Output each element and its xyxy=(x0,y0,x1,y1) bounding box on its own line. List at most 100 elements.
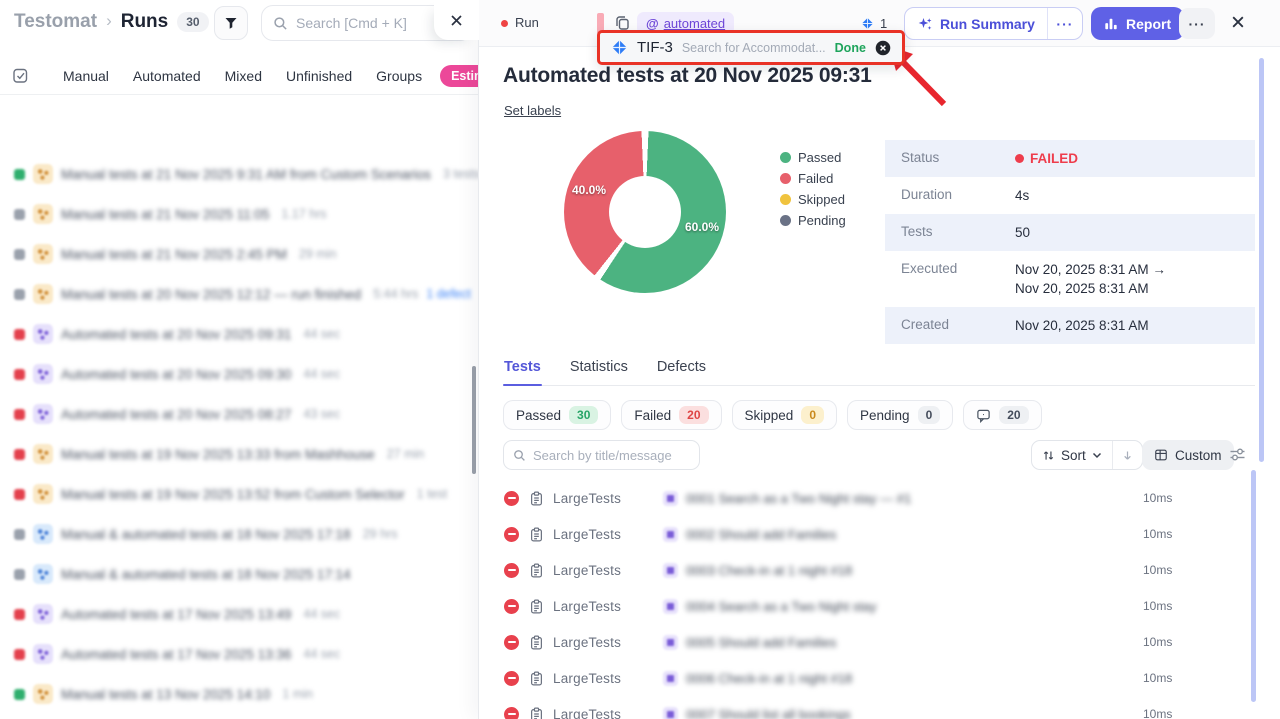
runs-filter-tab[interactable]: Groups xyxy=(376,68,422,84)
test-row[interactable]: LargeTests 0003 Check-in at 1 night #18 … xyxy=(479,552,1280,588)
legend-item: Failed xyxy=(780,168,846,189)
test-row[interactable]: LargeTests 0001 Search as a Two Night st… xyxy=(479,480,1280,516)
test-row[interactable]: LargeTests 0004 Search as a Two Night st… xyxy=(479,588,1280,624)
run-list-item[interactable]: Automated tests at 17 Nov 2025 13:49 44 … xyxy=(0,594,478,634)
donut-ring xyxy=(564,131,726,293)
app-logo[interactable]: Testomat xyxy=(14,11,97,33)
test-row[interactable]: LargeTests 0002 Should add Families 10ms xyxy=(479,516,1280,552)
grid-icon xyxy=(1154,448,1168,462)
test-id-badge-icon xyxy=(663,527,678,542)
run-list-item[interactable]: Manual tests at 19 Nov 2025 13:33 from M… xyxy=(0,434,478,474)
custom-columns-button[interactable]: Custom xyxy=(1142,440,1234,470)
issue-key[interactable]: TIF-3 xyxy=(637,39,673,56)
sort-button[interactable]: Sort xyxy=(1032,441,1112,469)
select-all-runs-icon[interactable] xyxy=(12,67,29,84)
legend-item: Pending xyxy=(780,210,846,231)
run-list-item[interactable]: Automated tests at 20 Nov 2025 08:27 43 … xyxy=(0,394,478,434)
clipboard-icon xyxy=(529,599,544,614)
run-list-item[interactable]: Manual tests at 21 Nov 2025 2:45 PM 29 m… xyxy=(0,234,478,274)
left-scrollbar[interactable] xyxy=(472,366,476,474)
summary-value: FAILED xyxy=(1015,151,1078,166)
detail-tab[interactable]: Tests xyxy=(503,358,542,385)
status-filter-chip[interactable]: Pending 0 xyxy=(847,400,953,430)
breadcrumb-separator: › xyxy=(106,11,112,31)
run-summary-button[interactable]: Run Summary xyxy=(905,8,1047,39)
estimate-badge[interactable]: Estim xyxy=(440,65,478,87)
test-row[interactable]: LargeTests 0006 Check-in at 1 night #18 … xyxy=(479,660,1280,696)
close-icon[interactable] xyxy=(449,13,464,28)
run-summary-more-button[interactable]: ··· xyxy=(1047,8,1082,39)
run-list-item[interactable]: Manual tests at 19 Nov 2025 13:52 from C… xyxy=(0,474,478,514)
run-defect-link[interactable]: 1 defect xyxy=(426,287,470,301)
test-id-badge-icon xyxy=(663,599,678,614)
run-type-icon xyxy=(33,404,53,424)
run-type-icon xyxy=(33,604,53,624)
run-title: Automated tests at 20 Nov 2025 09:31 xyxy=(503,64,872,88)
run-list-item[interactable]: Manual & automated tests at 18 Nov 2025 … xyxy=(0,514,478,554)
remove-issue-icon[interactable] xyxy=(875,40,891,56)
run-type-icon xyxy=(33,244,53,264)
drawer-close-notch xyxy=(434,0,479,40)
run-type-icon xyxy=(33,644,53,664)
run-status-icon xyxy=(14,289,25,300)
run-status-icon xyxy=(14,209,25,220)
detail-tab[interactable]: Statistics xyxy=(569,358,629,385)
run-meta: 1 test xyxy=(417,487,448,501)
drawer-more-button[interactable]: ··· xyxy=(1179,8,1215,39)
clipboard-icon xyxy=(529,671,544,686)
tests-search[interactable] xyxy=(503,440,700,470)
runs-filter-tab[interactable]: Unfinished xyxy=(286,68,352,84)
run-status-icon xyxy=(14,489,25,500)
run-list-item[interactable]: Manual & automated tests at 18 Nov 2025 … xyxy=(0,554,478,594)
test-row[interactable]: LargeTests 0007 Should list all bookings… xyxy=(479,696,1280,719)
tests-list-scrollbar[interactable] xyxy=(1251,470,1256,702)
set-labels-link[interactable]: Set labels xyxy=(504,103,561,118)
run-type-icon xyxy=(33,324,53,344)
clipboard-icon xyxy=(529,707,544,719)
test-title: 0003 Check-in at 1 night #18 xyxy=(686,563,852,578)
detail-tab[interactable]: Defects xyxy=(656,358,707,385)
tests-search-input[interactable] xyxy=(533,448,685,463)
comments-filter-chip[interactable]: 20 xyxy=(963,400,1041,430)
app-window: Testomat › Runs 30 ManualAutomatedMixedU… xyxy=(0,0,1280,719)
run-list-item[interactable]: Automated tests at 20 Nov 2025 09:30 44 … xyxy=(0,354,478,394)
status-filter-chip[interactable]: Passed 30 xyxy=(503,400,611,430)
global-search-input[interactable] xyxy=(296,15,446,31)
copy-icon[interactable] xyxy=(614,15,630,31)
test-duration: 10ms xyxy=(1143,491,1172,505)
test-duration: 10ms xyxy=(1143,707,1172,719)
status-filter-chip[interactable]: Failed 20 xyxy=(621,400,721,430)
clipboard-icon xyxy=(529,491,544,506)
run-list-item[interactable]: Manual tests at 20 Nov 2025 12:12 — run … xyxy=(0,274,478,314)
jira-issue-icon xyxy=(611,39,628,56)
drawer-close-icon[interactable] xyxy=(1230,14,1246,30)
test-row[interactable]: LargeTests 0005 Should add Families 10ms xyxy=(479,624,1280,660)
sort-direction-button[interactable] xyxy=(1112,441,1142,469)
test-duration: 10ms xyxy=(1143,635,1172,649)
runs-filter-tab[interactable]: Automated xyxy=(133,68,201,84)
test-title: 0004 Search as a Two Night stay xyxy=(686,599,877,614)
run-title: Automated tests at 17 Nov 2025 13:49 xyxy=(61,607,291,622)
drawer-scrollbar[interactable] xyxy=(1259,58,1264,462)
runs-filter-tab[interactable]: Mixed xyxy=(225,68,262,84)
run-list-item[interactable]: Automated tests at 17 Nov 2025 13:36 44 … xyxy=(0,634,478,674)
run-title: Automated tests at 17 Nov 2025 13:36 xyxy=(61,647,291,662)
run-list-item[interactable]: Manual tests at 13 Nov 2025 14:10 1 min xyxy=(0,674,478,714)
run-status-icon xyxy=(14,529,25,540)
at-icon: @ xyxy=(646,16,659,31)
report-button[interactable]: Report xyxy=(1091,7,1184,40)
tune-filters-icon[interactable] xyxy=(1229,446,1246,463)
status-filter-chip[interactable]: Skipped 0 xyxy=(732,400,837,430)
run-list-item[interactable]: Automated tests at 20 Nov 2025 09:31 44 … xyxy=(0,314,478,354)
summary-value: Nov 20, 2025 8:31 AM → xyxy=(1015,262,1166,277)
filter-button[interactable] xyxy=(214,6,248,40)
issue-status: Done xyxy=(835,41,866,55)
linked-issue-popup[interactable]: TIF-3 Search for Accommodat... Done xyxy=(597,30,905,65)
run-list-item[interactable]: Manual tests at 21 Nov 2025 9:31 AM from… xyxy=(0,154,478,194)
runs-filter-tab[interactable]: Manual xyxy=(63,68,109,84)
summary-value: 4s xyxy=(1015,188,1029,203)
run-title: Automated tests at 20 Nov 2025 08:27 xyxy=(61,407,291,422)
run-status-icon xyxy=(14,609,25,620)
run-list-item[interactable]: Manual tests at 21 Nov 2025 11:05 1.17 h… xyxy=(0,194,478,234)
detail-tabs: Tests Statistics Defects xyxy=(503,358,1255,386)
